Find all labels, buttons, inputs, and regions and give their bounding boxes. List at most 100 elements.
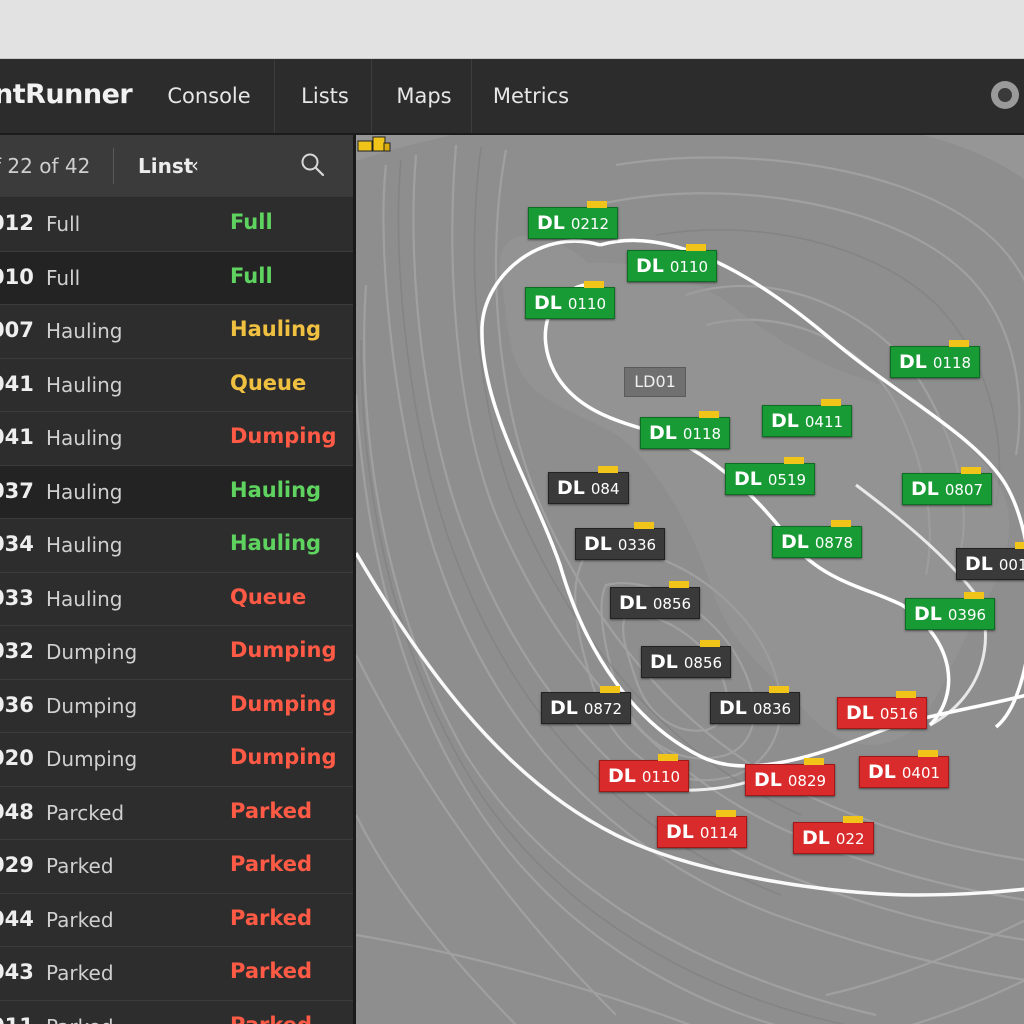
table-row[interactable]: 048 Parcked Parked <box>0 786 353 840</box>
nav-divider <box>471 59 472 133</box>
truck-marker[interactable]: DL 0336 <box>575 522 666 560</box>
browser-chrome <box>0 0 1024 59</box>
truck-marker[interactable]: DL 0110 <box>599 754 690 792</box>
truck-number: 0411 <box>804 413 844 431</box>
top-navigation: ntRunner Console Lists Maps Metrics <box>0 59 1024 135</box>
truck-marker[interactable]: DL 0878 <box>772 520 863 558</box>
status-badge: Dumping <box>230 424 337 448</box>
table-row[interactable]: 010 Full Full <box>0 251 353 305</box>
status-badge: Dumping <box>230 745 337 769</box>
truck-prefix: DL <box>802 827 830 849</box>
truck-marker[interactable]: DL 0807 <box>902 467 993 505</box>
truck-number: 0110 <box>669 258 709 276</box>
nav-divider <box>371 59 372 133</box>
nav-metrics[interactable]: Metrics <box>488 59 574 133</box>
equipment-activity: Dumping <box>46 693 138 718</box>
truck-prefix: DL <box>899 351 927 373</box>
equipment-activity: Parked <box>46 961 114 985</box>
truck-marker[interactable]: DL 0396 <box>905 592 996 630</box>
truck-marker[interactable]: DL 084 <box>548 466 629 504</box>
table-row[interactable]: 012 Full Full <box>0 198 353 252</box>
equipment-list: 012 Full Full 010FullFull007HaulingHauling 0… <box>0 198 353 1024</box>
truck-number: 0856 <box>652 595 692 613</box>
truck-prefix: DL <box>649 422 677 444</box>
truck-marker[interactable]: DL 0516 <box>837 691 928 729</box>
nav-divider <box>274 59 275 133</box>
truck-number: 0118 <box>682 425 722 443</box>
nav-console[interactable]: Console <box>160 59 258 133</box>
status-badge: Dumping <box>230 638 337 662</box>
equipment-activity: Hauling <box>46 586 123 611</box>
nav-maps[interactable]: Maps <box>388 59 460 133</box>
table-row[interactable]: 020 Dumping Dumping <box>0 733 353 787</box>
table-row[interactable]: 034 Hauling Hauling <box>0 519 353 573</box>
truck-marker[interactable]: DL 0012 <box>956 542 1024 580</box>
truck-marker[interactable]: DL 0829 <box>745 758 836 796</box>
truck-marker[interactable]: DL 0872 <box>541 686 632 724</box>
status-badge: Parked <box>230 1013 312 1024</box>
equipment-activity: Full <box>46 212 81 236</box>
table-row[interactable]: 007 Hauling Hauling <box>0 305 353 359</box>
loader-label[interactable]: LD01 <box>624 367 686 397</box>
user-avatar-icon[interactable] <box>991 81 1019 109</box>
truck-number: 0118 <box>932 354 972 372</box>
truck-marker[interactable]: DL 0411 <box>762 399 853 437</box>
truck-prefix: DL <box>584 533 612 555</box>
table-row[interactable]: 044 Parked Parked <box>0 893 353 947</box>
truck-number: 0829 <box>787 772 827 790</box>
truck-prefix: DL <box>754 769 782 791</box>
truck-number: 0516 <box>879 705 919 723</box>
haul-road-map[interactable]: LD01 DL 0212 DL 0110 DL 0110 DL 0118 DL 0118 DL 041… <box>356 135 1024 1024</box>
equipment-id: 012 <box>0 211 34 235</box>
equipment-id: 041 <box>0 371 34 396</box>
table-row[interactable]: 041 Hauling Queue <box>0 358 353 412</box>
truck-number: 0336 <box>617 536 657 554</box>
truck-marker[interactable]: DL 0856 <box>641 640 732 678</box>
equipment-activity: Parcked <box>46 800 125 825</box>
equipment-id: 043 <box>0 960 34 984</box>
truck-prefix: DL <box>557 477 585 499</box>
table-row[interactable]: 029 Parked Parked <box>0 840 353 894</box>
status-badge: Parked <box>230 798 313 823</box>
truck-number: 0212 <box>570 215 610 233</box>
status-badge: Parked <box>230 852 313 876</box>
truck-marker[interactable]: DL 0519 <box>725 457 816 495</box>
truck-marker[interactable]: DL 0212 <box>528 201 619 239</box>
truck-marker[interactable]: DL 0856 <box>610 581 701 619</box>
nav-lists[interactable]: Lists <box>290 59 360 133</box>
table-row[interactable]: 032 Dumping Dumping <box>0 626 353 680</box>
truck-marker[interactable]: DL 0110 <box>627 244 718 282</box>
truck-prefix: DL <box>650 651 678 673</box>
truck-number: 0807 <box>944 481 984 499</box>
truck-marker[interactable]: DL 0401 <box>859 750 950 788</box>
truck-marker[interactable]: DL 022 <box>793 816 874 854</box>
table-row[interactable]: 036 Dumping Dumping <box>0 679 353 733</box>
chevron-left-icon[interactable]: ‹ <box>191 153 199 177</box>
equipment-activity: Dumping <box>46 640 138 664</box>
loader-icon <box>357 136 391 152</box>
truck-marker[interactable]: DL 0118 <box>890 340 981 378</box>
table-row[interactable]: 011 Parked Parked <box>0 1000 353 1024</box>
truck-prefix: DL <box>619 592 647 614</box>
equipment-activity: Hauling <box>46 426 123 450</box>
search-icon[interactable] <box>300 152 326 178</box>
equipment-list-panel: f 22 of 42 Linst ‹ 012 Full Full 010 Full Ful… <box>0 135 356 1024</box>
table-row[interactable]: 037 Hauling Hauling <box>0 465 353 519</box>
truck-marker[interactable]: DL 0836 <box>710 686 801 724</box>
truck-number: 0110 <box>641 768 681 786</box>
truck-prefix: DL <box>965 553 993 575</box>
truck-marker[interactable]: DL 0114 <box>657 810 748 848</box>
list-title[interactable]: Linst <box>138 154 193 178</box>
truck-marker[interactable]: DL 0110 <box>525 281 616 319</box>
truck-marker[interactable]: DL 0118 <box>640 411 731 449</box>
pagination-count: f 22 of 42 <box>0 154 91 178</box>
status-badge: Full <box>230 210 273 234</box>
equipment-activity: Hauling <box>46 372 123 397</box>
table-row[interactable]: 033 Hauling Queue <box>0 572 353 626</box>
table-row[interactable]: 043 Parked Parked <box>0 947 353 1001</box>
truck-prefix: DL <box>771 410 799 432</box>
truck-number: 0519 <box>767 471 807 489</box>
status-badge: Parked <box>230 959 313 983</box>
table-row[interactable]: 041 Hauling Dumping <box>0 412 353 466</box>
equipment-id: 033 <box>0 585 34 610</box>
